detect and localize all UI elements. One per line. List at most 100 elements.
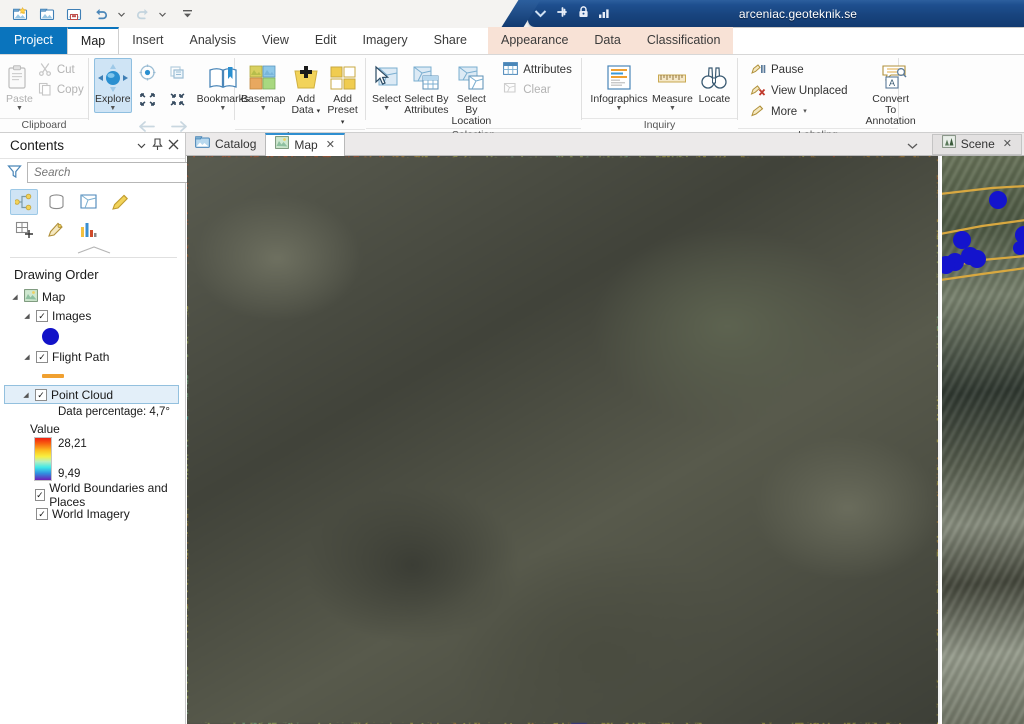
checkbox-images[interactable]: ✓ [36, 309, 48, 322]
toc-item-point-cloud[interactable]: ◢ ✓ Point Cloud [4, 385, 179, 404]
contents-pane-header: Contents [0, 133, 185, 159]
checkbox-world-boundaries[interactable]: ✓ [34, 488, 46, 501]
tab-classification[interactable]: Classification [634, 27, 734, 54]
lock-icon[interactable] [577, 5, 590, 22]
tab-imagery[interactable]: Imagery [349, 27, 420, 54]
convert-to-annotation-button[interactable]: A Convert To Annotation [865, 58, 917, 128]
clear-selection-button[interactable]: Clear [499, 80, 579, 100]
chevron-down-icon[interactable] [133, 140, 149, 152]
tab-data[interactable]: Data [581, 27, 633, 54]
filter-funnel-icon[interactable] [7, 164, 22, 182]
list-by-drawing-order-icon[interactable] [10, 189, 38, 215]
pin-icon[interactable] [149, 137, 165, 154]
view-unplaced-button[interactable]: View Unplaced [746, 81, 855, 101]
chevron-down-icon[interactable]: ▼ [260, 105, 267, 112]
search-input[interactable] [34, 166, 190, 179]
chevron-down-icon[interactable]: ▼ [383, 105, 390, 112]
tab-insert[interactable]: Insert [119, 27, 176, 54]
expand-triangle-icon[interactable]: ◢ [22, 312, 32, 320]
toc-item-images[interactable]: ◢ ✓ Images [4, 306, 185, 325]
pause-label: Pause [771, 64, 804, 76]
full-extent-button[interactable] [134, 59, 162, 85]
undo-dropdown-icon[interactable] [116, 12, 127, 17]
add-data-button[interactable]: Add Data ▾ [288, 58, 323, 118]
toc-item-world-boundaries[interactable]: ◢ ✓ World Boundaries and Places [4, 481, 185, 509]
infographics-button[interactable]: Infographics ▼ [590, 58, 648, 113]
clear-label: Clear [523, 84, 550, 96]
view-tab-catalog-label: Catalog [215, 133, 256, 155]
measure-button[interactable]: Measure ▼ [651, 58, 694, 113]
tab-appearance[interactable]: Appearance [488, 27, 581, 54]
explore-button[interactable]: Explore ▼ [94, 58, 132, 113]
toc-label-map: Map [42, 290, 65, 304]
pane-title: Contents [10, 138, 133, 153]
toc-item-map[interactable]: ◢ Map [4, 287, 185, 306]
chevron-down-icon[interactable]: ▼ [219, 105, 226, 112]
attributes-button[interactable]: Attributes [499, 60, 579, 80]
chevron-down-icon[interactable]: ▼ [109, 105, 116, 112]
explore-icon [97, 62, 129, 94]
pin-icon[interactable] [555, 5, 569, 22]
list-by-selection-icon[interactable] [74, 189, 102, 215]
add-preset-button[interactable]: Add Preset ▾ [325, 58, 360, 129]
view-tab-scene[interactable]: Scene ✕ [931, 134, 1022, 155]
open-project-icon[interactable] [35, 3, 59, 25]
redo-dropdown-icon[interactable] [157, 12, 168, 17]
chevron-down-icon[interactable]: ▼ [16, 105, 23, 112]
chevron-up-icon[interactable] [10, 245, 177, 257]
pause-labeling-button[interactable]: Pause [746, 60, 855, 80]
ribbon: Paste ▼ Cut Copy Clipboard Explore ▼ Boo… [0, 55, 1024, 152]
close-icon[interactable]: ✕ [326, 135, 335, 156]
bookmark-nav-button[interactable] [164, 59, 192, 85]
new-project-icon[interactable] [8, 3, 32, 25]
zoom-in-corners-button[interactable] [134, 86, 162, 112]
drawing-order-header: Drawing Order [0, 258, 185, 287]
select-by-attributes-button[interactable]: Select By Attributes [403, 58, 449, 117]
expand-triangle-icon[interactable]: ◢ [21, 391, 31, 399]
tab-project[interactable]: Project [0, 27, 67, 54]
paste-button[interactable]: Paste ▼ [5, 58, 34, 113]
save-project-icon[interactable] [62, 3, 86, 25]
close-icon[interactable] [165, 139, 181, 153]
checkbox-flight-path[interactable]: ✓ [36, 350, 48, 363]
tab-edit[interactable]: Edit [302, 27, 350, 54]
checkbox-point-cloud[interactable]: ✓ [35, 388, 47, 401]
tab-share[interactable]: Share [421, 27, 480, 54]
basemap-button[interactable]: Basemap ▼ [240, 58, 286, 113]
view-tab-catalog[interactable]: Catalog [186, 133, 265, 155]
tab-map[interactable]: Map [66, 27, 120, 54]
chevron-down-icon[interactable]: ▼ [669, 105, 676, 112]
list-by-editing-icon[interactable] [106, 189, 134, 215]
list-by-charts-icon[interactable] [74, 217, 102, 243]
redo-icon[interactable] [130, 3, 154, 25]
measure-label: Measure [652, 94, 693, 105]
list-by-snapping-icon[interactable] [10, 217, 38, 243]
checkbox-world-imagery[interactable]: ✓ [36, 507, 48, 520]
map-view[interactable] [187, 156, 938, 724]
copy-button[interactable]: Copy [34, 80, 91, 100]
tab-view[interactable]: View [249, 27, 302, 54]
expand-triangle-icon[interactable]: ◢ [10, 293, 20, 301]
paste-icon [6, 62, 32, 94]
zoom-out-corners-button[interactable] [164, 86, 192, 112]
select-by-location-button[interactable]: Select By Location [451, 58, 493, 128]
locate-button[interactable]: Locate [697, 58, 732, 106]
select-button[interactable]: Select ▼ [371, 58, 402, 113]
chevron-down-icon[interactable] [534, 7, 547, 21]
chevron-down-icon[interactable]: ▾ [803, 108, 807, 115]
expand-triangle-icon[interactable]: ◢ [22, 353, 32, 361]
more-labeling-button[interactable]: More ▾ [746, 102, 855, 122]
list-by-labeling-icon[interactable] [42, 217, 70, 243]
cut-button[interactable]: Cut [34, 60, 91, 80]
undo-icon[interactable] [89, 3, 113, 25]
customize-quick-access-icon[interactable] [175, 3, 199, 25]
scene-view[interactable] [940, 156, 1024, 724]
toc-item-flight-path[interactable]: ◢ ✓ Flight Path [4, 347, 185, 366]
chevron-down-icon[interactable] [897, 138, 928, 152]
tab-analysis[interactable]: Analysis [177, 27, 250, 54]
select-by-location-label: Select By Location [452, 94, 492, 127]
list-by-data-source-icon[interactable] [42, 189, 70, 215]
view-tab-map[interactable]: Map ✕ [265, 133, 345, 156]
close-icon[interactable]: ✕ [1003, 135, 1012, 154]
chevron-down-icon[interactable]: ▼ [616, 105, 623, 112]
